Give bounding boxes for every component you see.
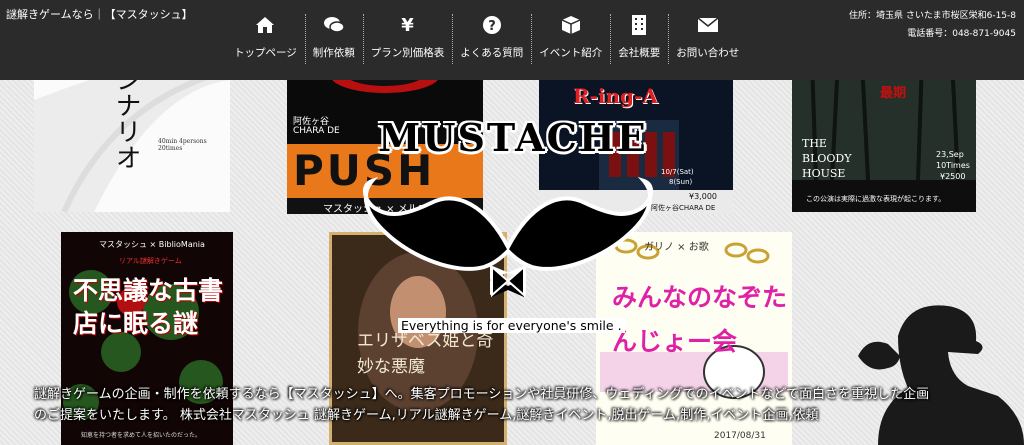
description-line-1: 謎解きゲームの企画・制作を依頼するなら【マスタッシュ】へ。集客プロモーションや社…: [34, 387, 930, 402]
poster-footer: 知恵を持つ者を求めて人を招いたのだった。: [81, 432, 202, 439]
mustache-logo[interactable]: MUSTACHE Everything is for everyone's sm…: [360, 115, 656, 345]
nav-top-page[interactable]: トップページ: [226, 0, 305, 80]
nav-request[interactable]: 制作依頼: [304, 0, 363, 80]
poster-title: 不思議な古書店に眠る謎: [73, 276, 224, 338]
poster-bloody-house[interactable]: 最期 THE BLOODY HOUSE 23,Sep 10Times ¥2500…: [792, 60, 976, 212]
site-header: 謎解きゲームなら｜【マスタッシュ】 トップページ 制作依頼 ¥ プラン別価格表 …: [0, 0, 1024, 80]
poster-price: ¥2500: [940, 172, 966, 181]
nav-label: よくある質問: [460, 47, 524, 59]
svg-text:?: ?: [488, 19, 496, 34]
poster-times: 10Times: [936, 161, 970, 170]
poster-date-2: 8(Sun): [669, 178, 693, 186]
poster-title: R-ing-A: [573, 84, 658, 108]
poster-scenario[interactable]: シナリオ 40min 4persons 20times: [34, 60, 230, 212]
nav-contact[interactable]: お問い合わせ: [668, 0, 747, 80]
nav-company[interactable]: 会社概要: [610, 0, 668, 80]
poster-date: 10/7(Sat): [661, 168, 694, 176]
nav-label: トップページ: [234, 47, 297, 59]
contact-info: 住所：埼玉県 さいたま市桜区栄和6-15-8 電話番号：048-871-9045: [849, 7, 1016, 43]
poster-title: 最期: [880, 86, 907, 101]
poster-note: この公演は実際に過激な表現が起こります。: [806, 195, 946, 203]
nav-label: プラン別価格表: [370, 47, 445, 59]
nav-price-plans[interactable]: ¥ プラン別価格表: [362, 0, 453, 80]
logo-tagline: Everything is for everyone's smile .: [398, 318, 625, 333]
poster-subtitle: リアル謎解きゲーム: [119, 257, 182, 265]
mail-icon: [697, 14, 719, 36]
yen-icon: ¥: [401, 14, 414, 36]
description-line-2: のご提案をいたします。 株式会社マスタッシュ 謎解きゲーム,リアル謎解きゲーム,…: [34, 408, 819, 423]
nav-events[interactable]: イベント紹介: [531, 0, 610, 80]
chat-icon: [323, 14, 345, 36]
poster-venue: 阿佐ヶ谷CHARA DE: [651, 204, 716, 212]
nav-label: 制作依頼: [312, 47, 355, 59]
site-title[interactable]: 謎解きゲームなら｜【マスタッシュ】: [6, 6, 193, 22]
poster-header: マスタッシュ × BiblioMania: [99, 240, 205, 249]
site-description: 謎解きゲームの企画・制作を依頼するなら【マスタッシュ】へ。集客プロモーションや社…: [34, 384, 992, 426]
poster-vertical-title: シナリオ: [111, 66, 141, 170]
logo-text: MUSTACHE: [378, 115, 648, 160]
main-nav: トップページ 制作依頼 ¥ プラン別価格表 ? よくある質問 イベント紹介 会社…: [226, 0, 747, 80]
nav-label: お問い合わせ: [676, 47, 740, 59]
poster-subtitle: 40min 4persons 20times: [158, 138, 207, 152]
poster-price: ¥3,000: [689, 192, 717, 201]
poster-date: 2017/08/31: [714, 431, 766, 441]
box-icon: [560, 14, 582, 36]
poster-date: 23,Sep: [936, 150, 964, 159]
phone-text: 電話番号：048-871-9045: [907, 29, 1016, 39]
question-icon: ?: [481, 14, 503, 36]
address-text: 住所：埼玉県 さいたま市桜区栄和6-15-8: [849, 11, 1016, 21]
building-icon: [628, 14, 650, 36]
home-icon: [254, 14, 276, 36]
poster-venue-mid: CHARA DE: [293, 126, 340, 136]
nav-label: 会社概要: [618, 47, 661, 59]
nav-label: イベント紹介: [539, 47, 603, 59]
nav-faq[interactable]: ? よくある質問: [452, 0, 531, 80]
poster-name: THE BLOODY HOUSE: [802, 137, 852, 180]
